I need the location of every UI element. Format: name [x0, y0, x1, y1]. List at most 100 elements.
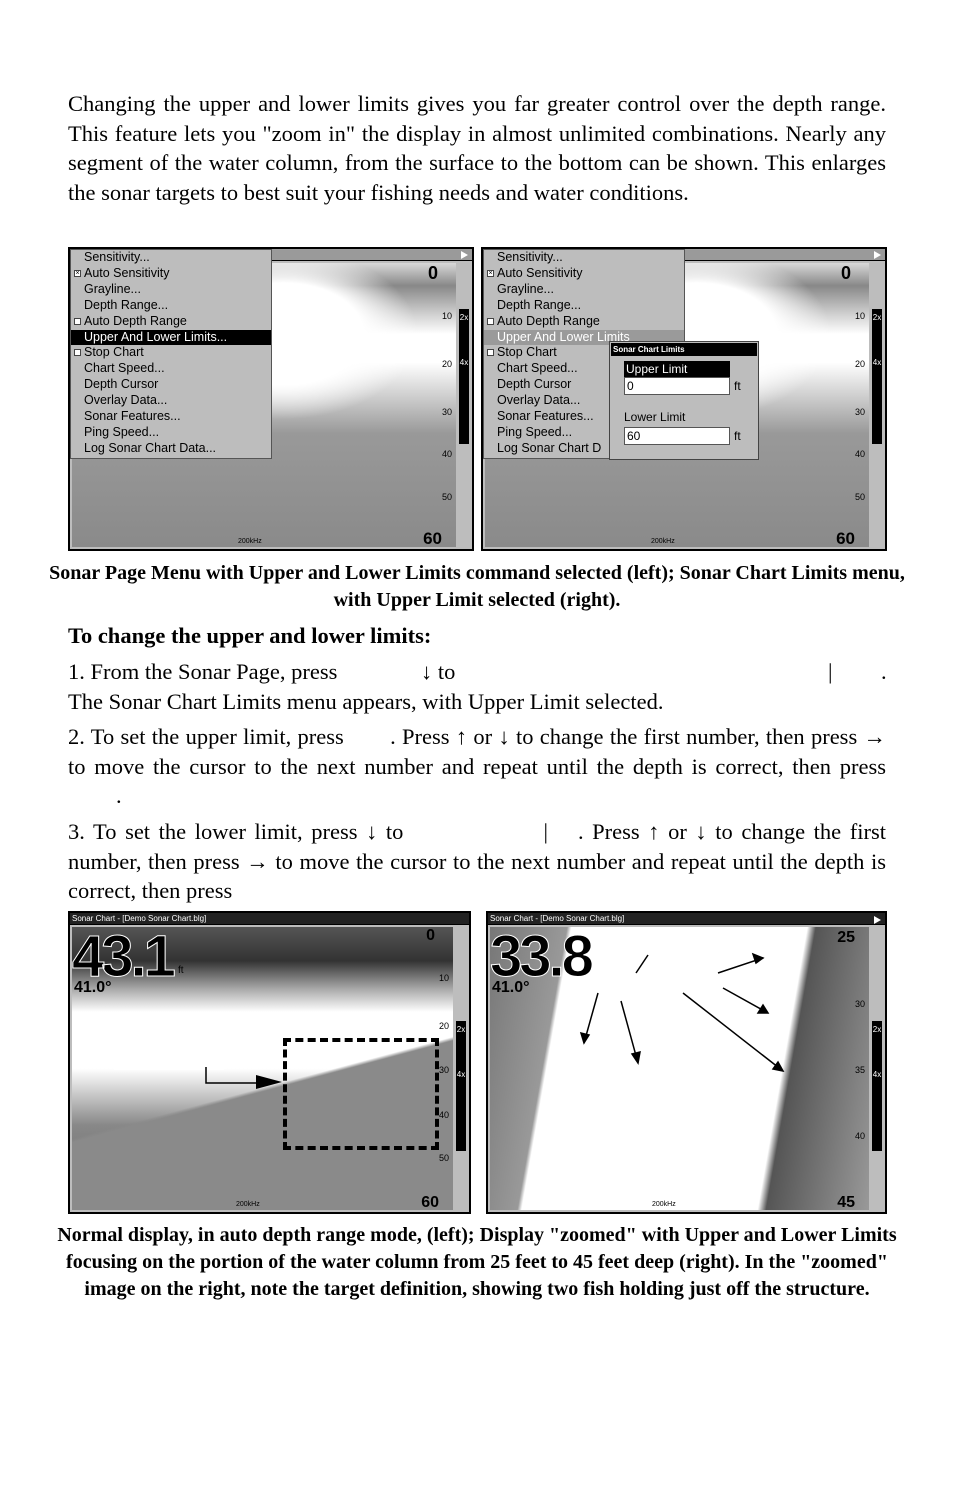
step-3: 3. To set the lower limit, press ↓ to |. … — [68, 817, 886, 906]
scale-top: 0 — [427, 263, 438, 283]
menu-label: Stop Chart — [497, 345, 557, 360]
scale-top: 0 — [426, 927, 435, 944]
depth-unit: ft — [178, 965, 184, 976]
scale-label: 10 — [854, 311, 865, 321]
step-text: | — [543, 819, 548, 844]
menu-item-grayline[interactable]: Grayline... — [71, 282, 271, 298]
step-2: 2. To set the upper limit, press . Press… — [68, 722, 886, 811]
sonar-zoomed-screen: Sonar Chart - [Demo Sonar Chart.blg] 33.… — [486, 911, 887, 1214]
water-temperature: 41.0° — [74, 979, 112, 996]
scale-label: 20 — [441, 359, 452, 369]
step-text: . — [881, 659, 887, 684]
menu-item-depth-range[interactable]: Depth Range... — [484, 298, 684, 314]
step-text: 3. To set the lower limit, press ↓ to — [68, 819, 404, 844]
caption-top: Sonar Page Menu with Upper and Lower Lim… — [49, 562, 905, 611]
scale-bottom: 60 — [836, 529, 855, 548]
play-icon — [461, 251, 468, 259]
menu-label: Stop Chart — [84, 345, 144, 360]
scale-label: 10 — [438, 973, 449, 983]
menu-label: Auto Sensitivity — [497, 265, 583, 280]
scale-label: 10 — [441, 311, 452, 321]
menu-item-depth-cursor[interactable]: Depth Cursor — [71, 377, 271, 393]
step-text: . — [116, 783, 122, 809]
menu-item-stop-chart[interactable]: Stop Chart — [71, 345, 271, 361]
scale-label: 40 — [854, 449, 865, 459]
menu-item-auto-sensitivity[interactable]: × Auto Sensitivity — [71, 266, 271, 282]
lower-limit-input[interactable]: 60 — [624, 427, 730, 445]
menu-item-ping-speed[interactable]: Ping Speed... — [71, 425, 271, 441]
scale-label: 20 — [854, 359, 865, 369]
sonar-menu-screen: 0 10 20 30 40 50 60 200kHz 2x 4x Sensitiv… — [68, 247, 474, 551]
menu-item-auto-depth-range[interactable]: Auto Depth Range — [484, 314, 684, 330]
zoom-bar[interactable]: 2x 4x — [459, 309, 469, 444]
section-heading: To change the upper and lower limits: — [68, 623, 432, 648]
zoom-4x: 4x — [459, 358, 469, 367]
step-text: ↓ to — [420, 659, 456, 684]
upper-limit-input[interactable]: 0 — [624, 377, 730, 395]
scale-label: 30 — [438, 1065, 449, 1075]
play-icon — [874, 251, 881, 259]
menu-item-grayline[interactable]: Grayline... — [484, 282, 684, 298]
dialog-title: Sonar Chart Limits — [611, 343, 757, 356]
checkbox-checked-icon: × — [487, 269, 494, 277]
checkbox-checked-icon: × — [74, 269, 81, 277]
zoom-bar[interactable]: 2x 4x — [456, 1021, 466, 1151]
menu-item-auto-sensitivity[interactable]: × Auto Sensitivity — [484, 266, 684, 282]
step-text: 2. To set the upper limit, press — [68, 724, 351, 749]
menu-item-overlay-data[interactable]: Overlay Data... — [71, 393, 271, 409]
upper-limit-label[interactable]: Upper Limit — [624, 361, 730, 377]
sonar-limits-screen: 0 10 20 30 40 50 60 200kHz 2x 4x Sensitiv… — [481, 247, 887, 551]
zoom-4x: 4x — [872, 358, 882, 367]
checkbox-icon — [74, 317, 81, 325]
scale-label: 30 — [854, 407, 865, 417]
scale-label: 50 — [854, 492, 865, 502]
arrow-icon — [682, 992, 784, 1072]
step-1: 1. From the Sonar Page, press ↓ to |. The… — [68, 657, 887, 716]
frequency-label: 200kHz — [238, 538, 262, 545]
menu-label: Auto Depth Range — [84, 313, 187, 328]
lower-limit-label: Lower Limit — [624, 410, 686, 424]
sonar-normal-screen: Sonar Chart - [Demo Sonar Chart.blg] 43.… — [68, 911, 471, 1214]
scale-bottom: 60 — [421, 1194, 439, 1211]
frequency-label: 200kHz — [236, 1201, 260, 1208]
sonar-page-menu: Sensitivity... × Auto Sensitivity Graylin… — [70, 249, 272, 459]
menu-item-sensitivity[interactable]: Sensitivity... — [484, 250, 684, 266]
scale-top: 0 — [840, 263, 851, 283]
step-text: 1. From the Sonar Page, press — [68, 659, 343, 684]
zoom-bar[interactable]: 2x 4x — [872, 309, 882, 444]
step-text: | — [828, 659, 833, 684]
scale-label: 30 — [441, 407, 452, 417]
zoom-2x: 2x — [459, 313, 469, 322]
checkbox-icon — [487, 317, 494, 325]
scale-bottom: 60 — [423, 529, 442, 548]
zoom-2x: 2x — [872, 313, 882, 322]
unit-label: ft — [734, 379, 741, 393]
menu-item-depth-range[interactable]: Depth Range... — [71, 298, 271, 314]
unit-label: ft — [734, 429, 741, 443]
menu-item-log-sonar-chart-data[interactable]: Log Sonar Chart Data... — [71, 441, 271, 457]
menu-item-sonar-features[interactable]: Sonar Features... — [71, 409, 271, 425]
scale-label: 40 — [441, 449, 452, 459]
menu-item-sensitivity[interactable]: Sensitivity... — [71, 250, 271, 266]
intro-paragraph: Changing the upper and lower limits give… — [68, 91, 886, 206]
menu-label: Auto Sensitivity — [84, 265, 170, 280]
step-text: The Sonar Chart Limits menu appears, wit… — [68, 688, 664, 714]
arrow-icon — [205, 1067, 282, 1089]
zoom-area-box — [283, 1038, 439, 1150]
scale-label: 50 — [441, 492, 452, 502]
caption-bottom: Normal display, in auto depth range mode… — [57, 1224, 897, 1300]
menu-item-auto-depth-range[interactable]: Auto Depth Range — [71, 314, 271, 330]
scale-label: 40 — [438, 1110, 449, 1120]
checkbox-icon — [74, 349, 81, 357]
fish-arrows — [579, 952, 785, 1073]
menu-item-upper-lower-limits[interactable]: Upper And Lower Limits... — [71, 329, 271, 346]
zoom-4x: 4x — [456, 1070, 466, 1079]
menu-item-chart-speed[interactable]: Chart Speed... — [71, 361, 271, 377]
sonar-chart-limits-dialog: Sonar Chart Limits Upper Limit 0 ft Lowe… — [609, 341, 759, 460]
scale-label: 20 — [438, 1021, 449, 1031]
checkbox-icon — [487, 349, 494, 357]
menu-label: Auto Depth Range — [497, 313, 600, 328]
frequency-label: 200kHz — [651, 538, 675, 545]
scale-label: 50 — [438, 1153, 449, 1163]
zoom-2x: 2x — [456, 1025, 466, 1034]
